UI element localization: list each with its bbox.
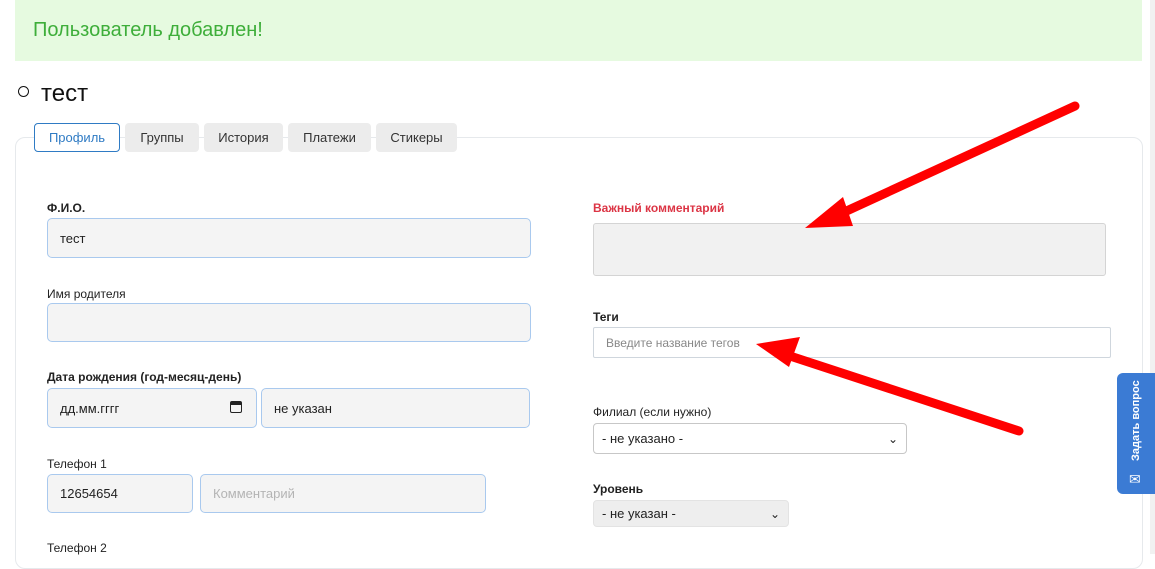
level-label: Уровень	[593, 482, 644, 496]
tab-payments[interactable]: Платежи	[288, 123, 371, 152]
important-comment-textarea[interactable]	[593, 223, 1106, 276]
ask-question-widget[interactable]: Задать вопрос ✉	[1117, 373, 1155, 494]
birthdate-text-value: не указан	[274, 400, 332, 416]
tags-placeholder: Введите название тегов	[606, 335, 740, 350]
tags-label: Теги	[593, 310, 619, 324]
branch-label: Филиал (если нужно)	[593, 405, 712, 419]
phone1-comment-field[interactable]: Комментарий	[200, 474, 486, 513]
alert-message: Пользователь добавлен!	[33, 19, 263, 41]
calendar-icon[interactable]	[230, 401, 242, 413]
page-title: тест	[18, 80, 88, 108]
tab-stickers[interactable]: Стикеры	[376, 123, 457, 152]
tab-history[interactable]: История	[204, 123, 283, 152]
tab-groups[interactable]: Группы	[125, 123, 199, 152]
phone1-value: 12654654	[60, 486, 118, 501]
level-selected: - не указан -	[602, 506, 676, 521]
phone1-label: Телефон 1	[47, 457, 107, 471]
parent-name-field[interactable]	[47, 303, 531, 342]
chevron-down-icon: ⌄	[887, 431, 898, 446]
fio-value: тест	[60, 230, 86, 246]
tab-profile[interactable]: Профиль	[34, 123, 120, 152]
birthdate-text-field[interactable]: не указан	[261, 388, 530, 428]
birthdate-label: Дата рождения (год-месяц-день)	[47, 370, 242, 384]
phone1-comment-placeholder: Комментарий	[213, 486, 295, 501]
branch-selected: - не указано -	[602, 431, 684, 446]
page-title-text: тест	[41, 80, 89, 107]
fio-field[interactable]: тест	[47, 218, 531, 258]
level-select[interactable]: - не указан - ⌄	[593, 500, 789, 527]
fio-label: Ф.И.О.	[47, 201, 86, 215]
phone1-field[interactable]: 12654654	[47, 474, 193, 513]
tags-input[interactable]: Введите название тегов	[593, 327, 1111, 358]
branch-select[interactable]: - не указано - ⌄	[593, 423, 907, 454]
phone2-label: Телефон 2	[47, 541, 107, 555]
important-comment-label: Важный комментарий	[593, 201, 725, 215]
birthdate-picker[interactable]: дд.мм.гггг	[47, 388, 257, 428]
success-alert: Пользователь добавлен!	[15, 0, 1142, 61]
birthdate-placeholder: дд.мм.гггг	[60, 400, 120, 416]
ask-question-label: Задать вопрос	[1130, 380, 1142, 461]
parent-label: Имя родителя	[47, 287, 126, 301]
chat-icon: ✉	[1129, 471, 1141, 487]
bullet-icon	[18, 86, 29, 98]
chevron-down-icon: ⌄	[769, 506, 780, 521]
